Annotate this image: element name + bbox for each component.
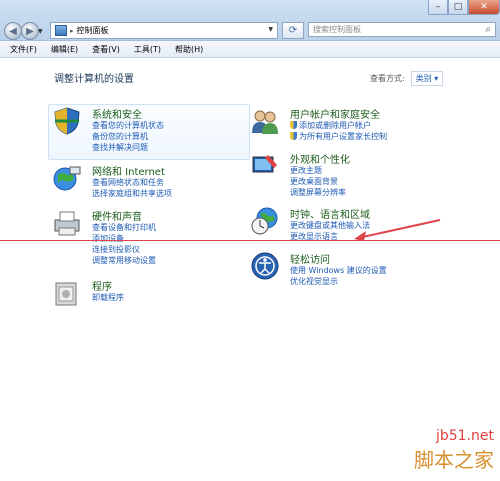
watermark-url: jb51.net [435,428,494,444]
annotation-arrow-icon [354,219,441,241]
watermark: jb51.net 脚本之家 [414,428,494,473]
watermark-name: 脚本之家 [414,448,494,472]
